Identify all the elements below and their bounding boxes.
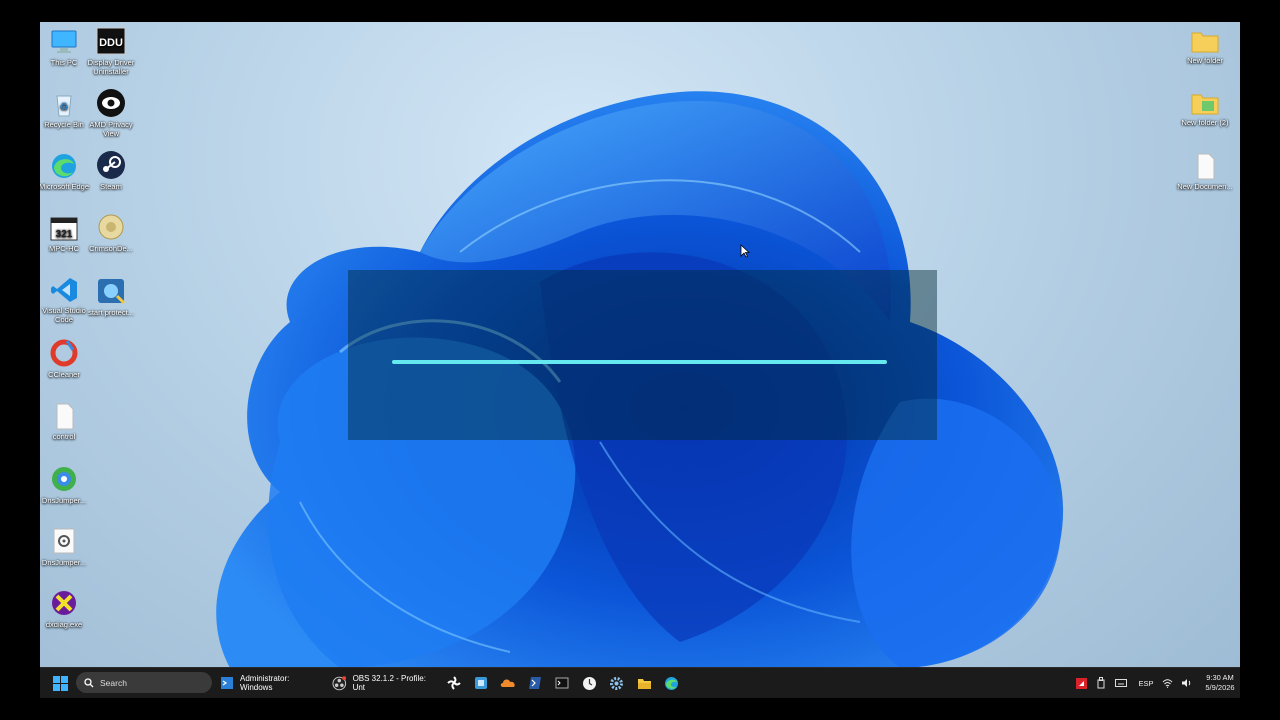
taskbar-pinned-edge[interactable] (662, 668, 680, 698)
desktop-icon-ccleaner[interactable]: CCleaner (40, 338, 92, 379)
taskbar-app-obs-label: OBS 32.1.2 - Profile: Unt (352, 674, 426, 692)
taskbar-app-terminal-label: Administrator: Windows (240, 674, 290, 692)
volume-icon (1182, 679, 1191, 687)
desktop-icon-display-driver-uninstaller[interactable]: DDU Display Driver Uninstaller (83, 26, 139, 76)
amd-privacy-view-icon (97, 89, 125, 117)
taskbar-pinned-cmd[interactable] (553, 668, 571, 698)
steam-icon (97, 151, 125, 179)
wifi-icon (1162, 678, 1173, 688)
loading-overlay (348, 270, 937, 440)
search-box[interactable]: Search (76, 672, 212, 693)
desktop-icon-new-document[interactable]: New Documen... (1177, 152, 1233, 191)
usb-drive-icon (1097, 677, 1105, 689)
taskbar: Search Administrator: Windows OBS 32.1.2… (40, 667, 1240, 698)
tray-keyboard-icon-area[interactable] (1113, 668, 1129, 698)
mpc-hc-icon: 321 (50, 217, 78, 241)
settings-icon (609, 676, 623, 690)
crimson-icon (98, 214, 124, 240)
progress-bar (392, 360, 887, 364)
edge-icon (52, 154, 76, 178)
windows-logo-icon (52, 675, 68, 691)
tray-language[interactable]: ESP (1136, 668, 1156, 698)
taskbar-app-obs[interactable]: OBS 32.1.2 - Profile: Unt (332, 668, 438, 698)
desktop-icon-new-folder[interactable]: New folder (1177, 28, 1233, 65)
tray-amd-icon-area[interactable] (1074, 668, 1088, 698)
vscode-icon (51, 278, 77, 302)
file-explorer-icon (637, 678, 651, 689)
desktop-icon-amd-privacy-view[interactable]: AMD Privacy View (83, 88, 139, 138)
amd-tray-icon (1075, 677, 1087, 689)
clock-icon (582, 676, 596, 690)
desktop-icon-control[interactable]: control (40, 402, 92, 441)
desktop-icon-steam[interactable]: Steam (83, 150, 139, 191)
taskbar-pinned-cloud[interactable] (499, 668, 517, 698)
taskbar-pinned-settings[interactable] (607, 668, 625, 698)
this-pc-icon (51, 30, 77, 53)
desktop-icon-dxdiag[interactable]: dxdiag.exe (40, 588, 92, 629)
dnsjumper-icon (52, 467, 76, 491)
shield-app-icon (475, 677, 487, 689)
svg-text:321: 321 (56, 229, 73, 240)
desktop-icon-new-folder-2[interactable]: New folder (2) (1177, 90, 1233, 127)
taskbar-pinned-clock[interactable] (580, 668, 598, 698)
clock-date: 5/9/2026 (1205, 683, 1235, 692)
search-placeholder: Search (100, 677, 127, 688)
taskbar-pinned-file-explorer[interactable] (635, 668, 653, 698)
keyboard-icon (1115, 679, 1127, 687)
svg-text:♻: ♻ (60, 102, 69, 113)
dxdiag-icon (52, 591, 76, 615)
fan-control-icon (447, 676, 461, 690)
clock-time: 9:30 AM (1206, 673, 1234, 682)
desktop-icon-start-protect[interactable]: start protect... (83, 276, 139, 317)
start-button[interactable] (50, 668, 70, 698)
document-icon (1197, 153, 1215, 180)
mouse-cursor-icon (740, 244, 750, 258)
taskbar-app-terminal[interactable]: Administrator: Windows (220, 668, 324, 698)
ccleaner-icon (50, 339, 78, 367)
dnsjumper-settings-icon (53, 528, 75, 554)
tray-usb-icon-area[interactable] (1094, 668, 1108, 698)
folder-icon (1191, 32, 1219, 53)
start-protect-icon (98, 279, 126, 305)
desktop-icon-dnsjumper-settings[interactable]: DnsJumper... (40, 526, 92, 567)
recycle-bin-icon: ♻ (56, 95, 72, 117)
taskbar-pinned-fan-control[interactable] (445, 668, 463, 698)
powershell-icon (529, 677, 541, 689)
cloud-icon (500, 679, 515, 687)
taskbar-pinned-shield-app[interactable] (472, 668, 490, 698)
tray-clock[interactable]: 9:30 AM 5/9/2026 (1200, 668, 1240, 698)
file-icon (56, 403, 74, 430)
folder-image-icon (1191, 94, 1219, 115)
taskbar-pinned-powershell[interactable] (526, 668, 544, 698)
language-indicator: ESP (1138, 678, 1154, 688)
svg-text:DDU: DDU (99, 37, 123, 49)
desktop-icon-crimson[interactable]: CrimsonDe... (83, 212, 139, 253)
search-icon (84, 677, 94, 687)
obs-icon (332, 675, 347, 690)
tray-network-sound[interactable] (1162, 668, 1192, 698)
cmd-icon (555, 677, 569, 689)
edge-icon (664, 676, 678, 690)
display-driver-uninstaller-icon: DDU (96, 27, 126, 55)
desktop-icon-dnsjumper[interactable]: DnsJumper... (40, 464, 92, 505)
desktop-screen: This PC DDU Display Driver Uninstaller ♻… (40, 22, 1240, 698)
terminal-admin-icon (221, 677, 233, 689)
